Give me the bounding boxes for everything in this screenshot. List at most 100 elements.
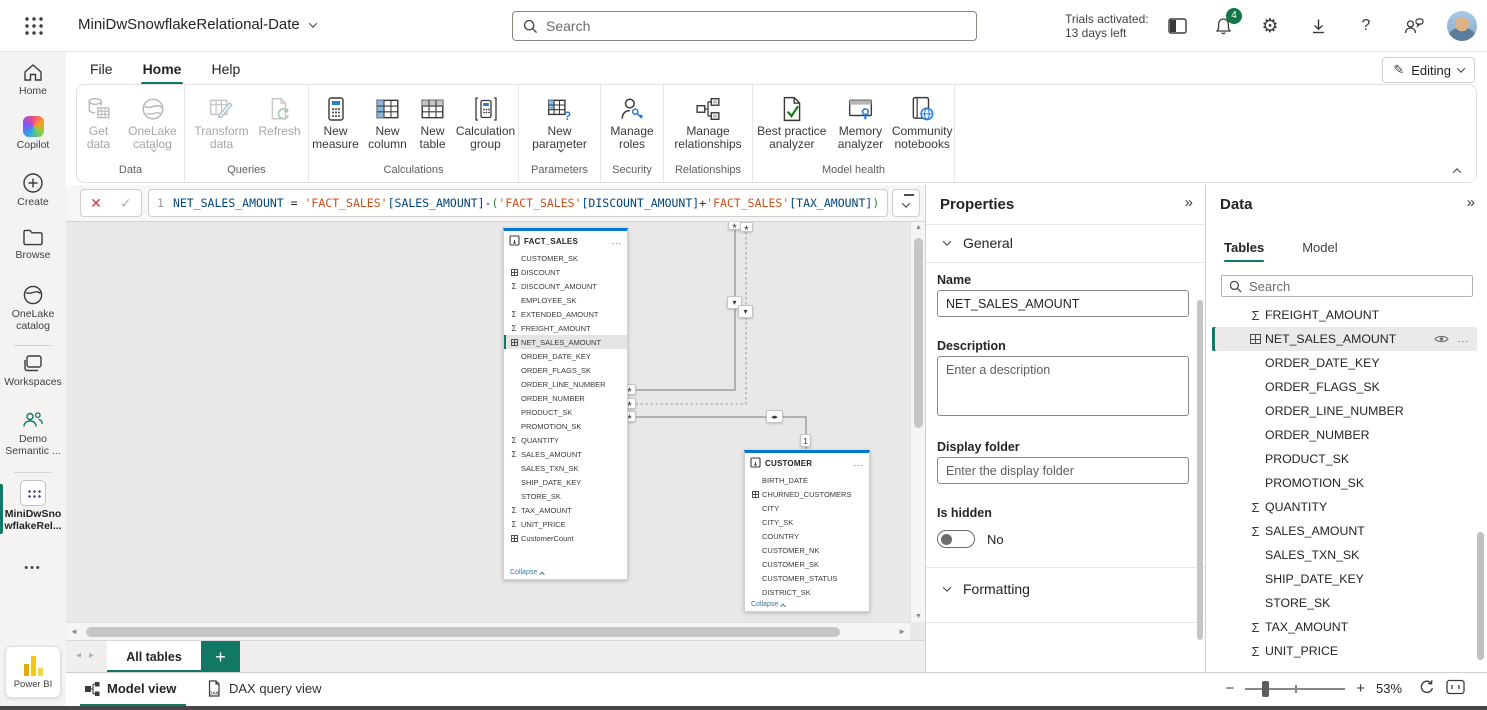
table-field-row[interactable]: SHIP_DATE_KEY — [504, 475, 627, 489]
description-field[interactable] — [937, 356, 1189, 416]
table-field-row[interactable]: QUANTITY — [504, 433, 627, 447]
table-card-header[interactable]: FACT_SALES ... — [504, 231, 627, 251]
layout-tab-all-tables[interactable]: All tables — [107, 641, 201, 673]
table-field-row[interactable]: PROMOTION_SK — [504, 419, 627, 433]
expand-formula-bar-button[interactable] — [892, 189, 920, 217]
manage-relationships-button[interactable]: Manage relationships — [667, 92, 749, 151]
side-pane-toggle-icon[interactable] — [1165, 14, 1189, 38]
relationship-line-inactive[interactable] — [630, 222, 746, 404]
download-icon[interactable] — [1306, 14, 1330, 38]
collapse-table-link[interactable]: Collapse — [510, 569, 544, 576]
global-search[interactable] — [512, 11, 977, 41]
model-view-tab[interactable]: Model view — [84, 673, 176, 704]
calculation-group-button[interactable]: Calculation group — [454, 92, 518, 151]
table-field-row[interactable]: BIRTH_DATE — [745, 473, 869, 487]
memory-analyzer-button[interactable]: Memory analyzer — [833, 92, 889, 151]
general-section-header[interactable]: General — [944, 235, 1013, 251]
relationship-line[interactable] — [630, 222, 735, 390]
visibility-eye-icon[interactable] — [1434, 334, 1449, 344]
table-field-row[interactable]: ORDER_NUMBER — [504, 391, 627, 405]
display-folder-field[interactable] — [937, 457, 1189, 484]
tab-scroll-arrows[interactable]: ◂▸ — [76, 650, 102, 661]
data-field-row[interactable]: SHIP_DATE_KEY ... — [1212, 567, 1477, 591]
scrollbar-thumb[interactable] — [914, 238, 923, 428]
data-field-row[interactable]: FREIGHT_AMOUNT ... — [1212, 303, 1477, 327]
table-field-row[interactable]: FREIGHT_AMOUNT — [504, 321, 627, 335]
data-field-row[interactable]: ORDER_LINE_NUMBER ... — [1212, 399, 1477, 423]
app-launcher-icon[interactable] — [24, 16, 44, 36]
data-field-row[interactable]: ORDER_NUMBER ... — [1212, 423, 1477, 447]
table-field-row[interactable]: CHURNED_CUSTOMERS — [745, 487, 869, 501]
scroll-up-arrow[interactable]: ▲ — [911, 224, 925, 231]
data-field-row[interactable]: PROMOTION_SK ... — [1212, 471, 1477, 495]
table-field-row[interactable]: STORE_SK — [504, 489, 627, 503]
tab-model[interactable]: Model — [1302, 240, 1337, 262]
table-card-header[interactable]: CUSTOMER ... — [745, 453, 869, 473]
new-column-button[interactable]: New column — [364, 92, 412, 151]
nav-home[interactable]: Home — [0, 62, 66, 97]
slider-thumb[interactable] — [1262, 681, 1269, 697]
settings-gear-icon[interactable]: ⚙ — [1258, 14, 1282, 38]
search-input[interactable] — [546, 18, 966, 34]
get-data-button[interactable]: Get data — [78, 92, 120, 151]
power-bi-app-button[interactable]: Power BI — [5, 646, 61, 698]
table-field-row[interactable]: CUSTOMER_NK — [745, 543, 869, 557]
properties-scrollbar-thumb[interactable] — [1197, 300, 1203, 640]
table-field-row[interactable]: DISCOUNT_AMOUNT — [504, 279, 627, 293]
tab-tables[interactable]: Tables — [1224, 240, 1264, 262]
table-card-fact-sales[interactable]: FACT_SALES ... CUSTOMER_SK DISCOUNT DISC… — [503, 228, 628, 580]
manage-roles-button[interactable]: Manage roles — [605, 92, 659, 151]
nav-current-semantic-model[interactable]: MiniDwSno wflakeRel... — [0, 480, 66, 532]
fields-search-input[interactable] — [1249, 279, 1465, 294]
user-avatar[interactable] — [1447, 11, 1477, 41]
table-field-row[interactable]: CITY_SK — [745, 515, 869, 529]
cancel-formula-button[interactable]: ✕ — [81, 190, 111, 216]
tab-file[interactable]: File — [88, 59, 115, 83]
table-field-row[interactable]: NET_SALES_AMOUNT — [504, 335, 627, 349]
scroll-right-arrow[interactable]: ► — [898, 627, 906, 636]
table-field-row[interactable]: SALES_AMOUNT — [504, 447, 627, 461]
scrollbar-thumb[interactable] — [86, 627, 840, 637]
feedback-icon[interactable] — [1402, 14, 1426, 38]
data-field-row[interactable]: PRODUCT_SK ... — [1212, 447, 1477, 471]
table-field-row[interactable]: CustomerCount — [504, 531, 627, 545]
table-field-row[interactable]: COUNTRY — [745, 529, 869, 543]
table-field-row[interactable]: SALES_TXN_SK — [504, 461, 627, 475]
reset-zoom-icon[interactable] — [1419, 679, 1435, 698]
table-card-customer[interactable]: CUSTOMER ... BIRTH_DATE CHURNED_CUSTOMER… — [744, 450, 870, 612]
data-field-row[interactable]: UNIT_PRICE ... — [1212, 639, 1477, 663]
best-practice-analyzer-button[interactable]: Best practice analyzer — [753, 92, 831, 151]
nav-browse[interactable]: Browse — [0, 228, 66, 261]
table-field-row[interactable]: CUSTOMER_SK — [745, 557, 869, 571]
table-field-row[interactable]: UNIT_PRICE — [504, 517, 627, 531]
scroll-down-arrow[interactable]: ▼ — [911, 613, 925, 620]
fields-search[interactable] — [1221, 275, 1473, 297]
dax-query-view-tab[interactable]: DAX DAX query view — [206, 673, 321, 704]
table-field-row[interactable]: CUSTOMER_SK — [504, 251, 627, 265]
data-field-row[interactable]: NET_SALES_AMOUNT ... — [1212, 327, 1477, 351]
document-title-dropdown[interactable]: MiniDwSnowflakeRelational-Date — [78, 16, 316, 33]
new-table-button[interactable]: New table — [414, 92, 452, 151]
table-field-row[interactable]: ORDER_DATE_KEY — [504, 349, 627, 363]
table-field-row[interactable]: DISTRICT_SK — [745, 585, 869, 599]
tab-home[interactable]: Home — [141, 59, 184, 83]
new-parameter-button[interactable]: ? New parameter — [527, 92, 593, 155]
commit-formula-button[interactable]: ✓ — [111, 190, 141, 216]
table-menu-button[interactable]: ... — [611, 239, 622, 243]
table-field-row[interactable]: CUSTOMER_STATUS — [745, 571, 869, 585]
cardinality-one-marker[interactable]: 1 — [800, 434, 811, 447]
canvas-vertical-scrollbar[interactable]: ▲ ▼ — [910, 222, 925, 622]
data-field-row[interactable]: QUANTITY ... — [1212, 495, 1477, 519]
help-icon[interactable]: ? — [1354, 14, 1378, 38]
table-field-row[interactable]: DISCOUNT — [504, 265, 627, 279]
zoom-out-button[interactable]: − — [1225, 680, 1234, 697]
table-field-row[interactable]: TAX_AMOUNT — [504, 503, 627, 517]
name-field[interactable] — [937, 290, 1189, 317]
table-menu-button[interactable]: ... — [853, 461, 864, 465]
data-field-row[interactable]: ORDER_DATE_KEY ... — [1212, 351, 1477, 375]
table-field-row[interactable]: ORDER_FLAGS_SK — [504, 363, 627, 377]
nav-create[interactable]: Create — [0, 172, 66, 208]
nav-demo-semantic-workspace[interactable]: Demo Semantic ... — [0, 410, 66, 457]
cross-filter-both-marker[interactable]: ◂▸ — [766, 410, 783, 423]
notifications-bell-icon[interactable]: 4 — [1211, 14, 1235, 38]
